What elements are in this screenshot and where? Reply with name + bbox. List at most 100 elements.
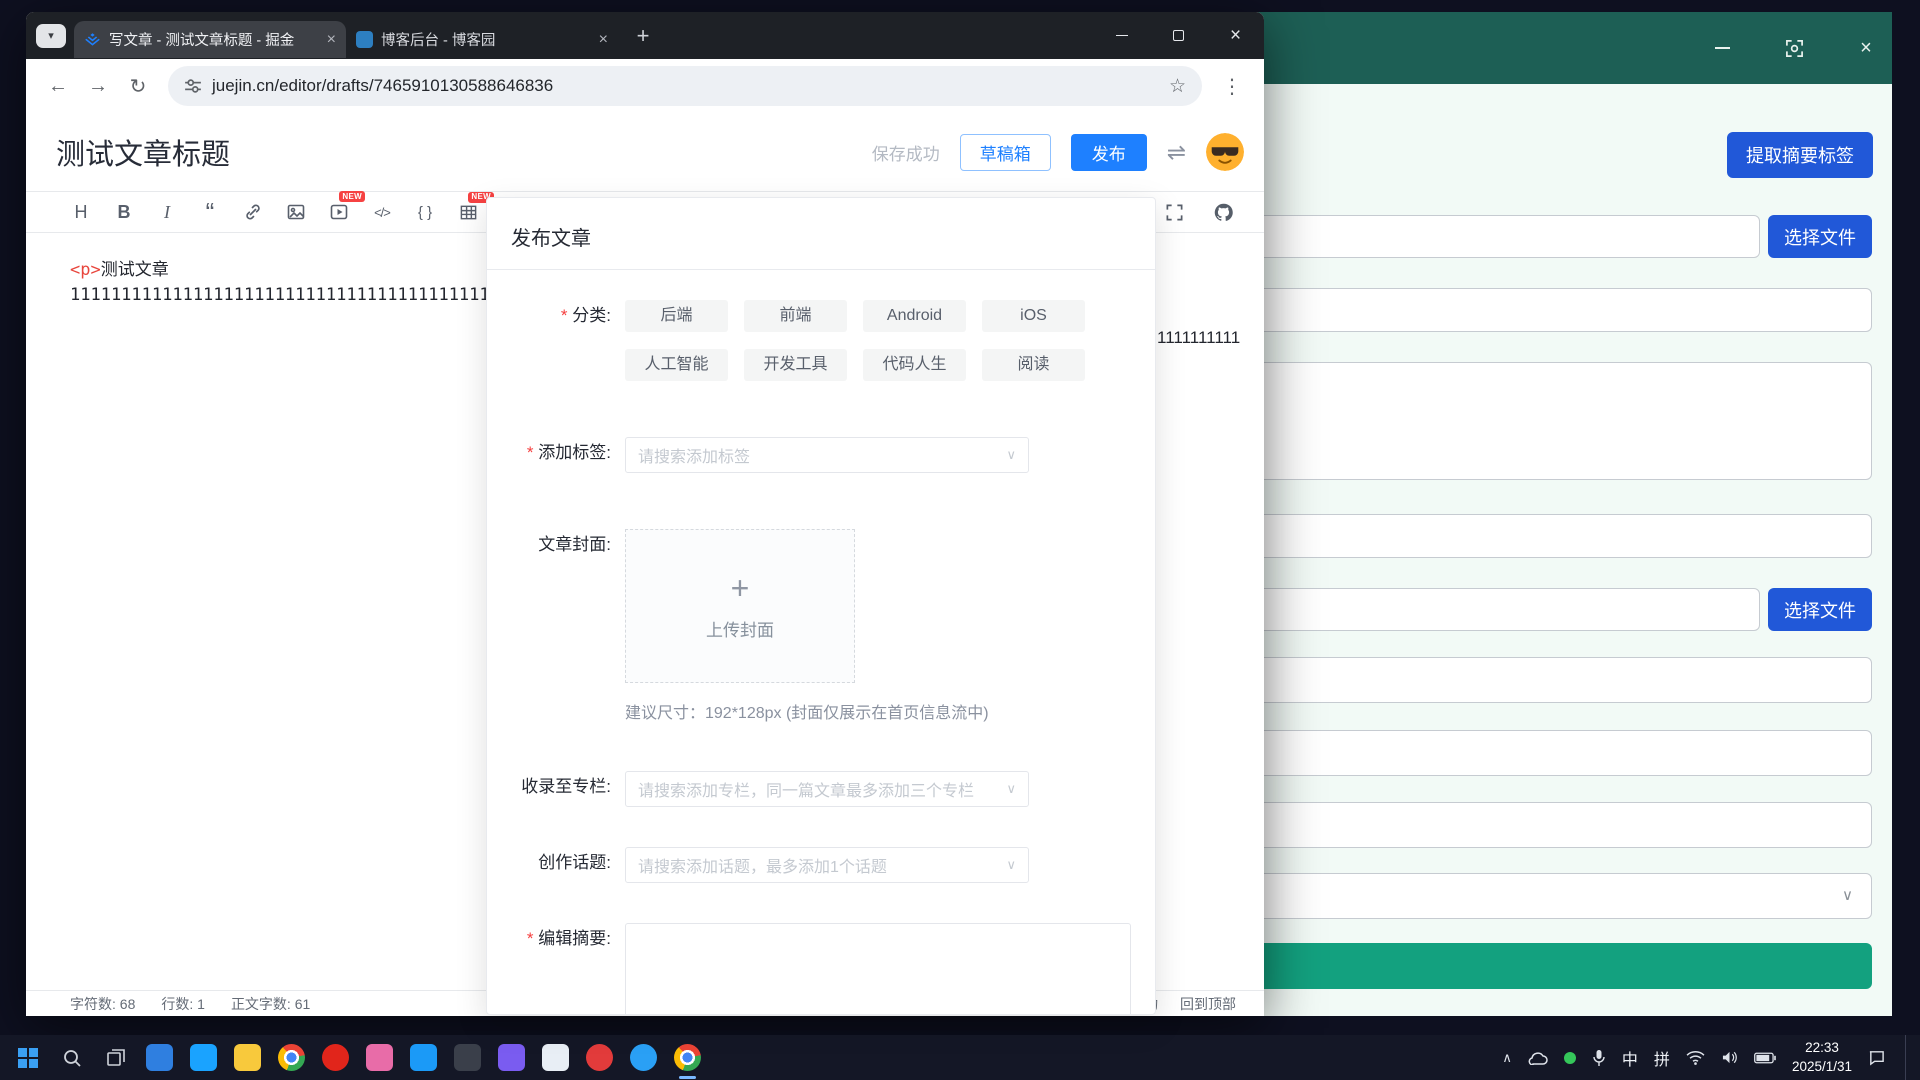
blockquote-icon[interactable]: “ — [199, 207, 221, 217]
minimize-icon — [1116, 35, 1128, 36]
chrome-active-icon[interactable] — [674, 1044, 701, 1071]
chevron-down-icon: ∨ — [1006, 781, 1016, 797]
category-chip[interactable]: Android — [863, 300, 966, 332]
bold-icon[interactable]: B — [113, 203, 135, 221]
cover-label: 文章封面: — [511, 529, 611, 723]
plus-icon: + — [731, 572, 750, 604]
ime-language-indicator[interactable]: 中 — [1622, 1046, 1638, 1070]
volume-icon[interactable] — [1721, 1050, 1738, 1065]
fullscreen-icon[interactable] — [1163, 203, 1185, 222]
dark-app-icon[interactable] — [454, 1044, 481, 1071]
category-label: 分类: — [511, 300, 611, 381]
tab-juejin-editor[interactable]: 写文章 - 测试文章标题 - 掘金 × — [74, 21, 346, 58]
choose-file-button-1[interactable]: 选择文件 — [1768, 215, 1872, 258]
tab-cnblogs-admin[interactable]: 博客后台 - 博客园 × — [346, 21, 618, 58]
bookmark-star-icon[interactable]: ☆ — [1169, 75, 1186, 98]
table-icon[interactable]: NEW — [457, 203, 479, 222]
taskbar-app-icons — [14, 1044, 701, 1071]
category-chip[interactable]: 后端 — [625, 300, 728, 332]
category-chip[interactable]: 代码人生 — [863, 349, 966, 381]
bg-close-button[interactable]: × — [1854, 36, 1878, 60]
topic-placeholder: 请搜索添加话题，最多添加1个话题 — [638, 853, 887, 877]
new-badge: NEW — [339, 191, 365, 202]
extract-summary-tags-button[interactable]: 提取摘要标签 — [1727, 132, 1873, 178]
notification-icon[interactable] — [1868, 1049, 1885, 1066]
microphone-icon[interactable] — [1592, 1049, 1606, 1067]
choose-file-button-2[interactable]: 选择文件 — [1768, 588, 1872, 631]
browser-menu-button[interactable]: ⋮ — [1214, 68, 1250, 104]
github-icon[interactable] — [1212, 202, 1234, 223]
url-text: juejin.cn/editor/drafts/7465910130588646… — [212, 76, 553, 96]
cloud-icon[interactable] — [1528, 1051, 1548, 1065]
maximize-button[interactable] — [1150, 12, 1207, 59]
heading-icon[interactable]: H — [70, 203, 92, 221]
tab-close-icon[interactable]: × — [599, 32, 608, 48]
tab-search-button[interactable]: ▾ — [36, 24, 66, 48]
line-count: 行数: 1 — [161, 994, 205, 1014]
back-button[interactable]: ← — [40, 68, 76, 104]
italic-icon[interactable]: I — [156, 203, 178, 221]
category-chip[interactable]: 前端 — [744, 300, 847, 332]
code-block-icon[interactable]: { } — [414, 205, 436, 220]
draft-box-button[interactable]: 草稿箱 — [960, 134, 1051, 171]
messaging-app-icon[interactable] — [190, 1044, 217, 1071]
music-app-icon[interactable] — [586, 1044, 613, 1071]
jd-app-icon[interactable] — [322, 1044, 349, 1071]
purple-app-icon[interactable] — [498, 1044, 525, 1071]
cover-upload-box[interactable]: + 上传封面 — [625, 529, 855, 683]
cloud-drive-app-icon[interactable] — [630, 1044, 657, 1071]
category-chip[interactable]: 阅读 — [982, 349, 1085, 381]
chrome-icon[interactable] — [278, 1044, 305, 1071]
category-chip[interactable]: 人工智能 — [625, 349, 728, 381]
task-view-icon[interactable] — [102, 1044, 129, 1071]
wifi-icon[interactable] — [1686, 1050, 1705, 1065]
avatar[interactable] — [1206, 133, 1244, 171]
new-tab-button[interactable]: + — [628, 21, 658, 51]
publish-button[interactable]: 发布 — [1071, 134, 1147, 171]
pink-app-icon[interactable] — [366, 1044, 393, 1071]
column-select[interactable]: 请搜索添加专栏，同一篇文章最多添加三个专栏 ∨ — [625, 771, 1029, 807]
category-chip[interactable]: iOS — [982, 300, 1085, 332]
bg-minimize-button[interactable] — [1710, 36, 1734, 60]
file-explorer-icon[interactable] — [234, 1044, 261, 1071]
reload-button[interactable]: ↻ — [120, 68, 156, 104]
topic-select[interactable]: 请搜索添加话题，最多添加1个话题 ∨ — [625, 847, 1029, 883]
image-icon[interactable] — [285, 202, 307, 222]
ime-mode-indicator[interactable]: 拼 — [1654, 1046, 1670, 1070]
cnblogs-favicon — [356, 31, 373, 48]
search-icon[interactable] — [58, 1044, 85, 1071]
green-status-icon[interactable] — [1564, 1052, 1576, 1064]
avatar-emoji-icon — [1206, 133, 1244, 171]
cover-size-hint: 建议尺寸：192*128px (封面仅展示在首页信息流中) — [625, 699, 989, 723]
tray-expand-icon[interactable]: ∧ — [1502, 1050, 1512, 1066]
taskbar-clock[interactable]: 22:33 2025/1/31 — [1792, 1039, 1852, 1077]
vscode-icon[interactable] — [410, 1044, 437, 1071]
site-controls-icon — [184, 77, 202, 95]
system-tray: ∧ 中 拼 22:33 — [1502, 1035, 1910, 1080]
back-to-top-button[interactable]: 回到顶部 — [1180, 994, 1236, 1014]
link-icon[interactable] — [242, 202, 264, 222]
code-icon[interactable]: </> — [371, 206, 393, 219]
category-chip[interactable]: 开发工具 — [744, 349, 847, 381]
video-icon[interactable]: NEW — [328, 202, 350, 222]
tab-close-icon[interactable]: × — [327, 32, 336, 48]
time-text: 22:33 — [1792, 1039, 1852, 1058]
minimize-button[interactable] — [1093, 12, 1150, 59]
start-button[interactable] — [14, 1044, 41, 1071]
show-desktop-button[interactable] — [1905, 1035, 1910, 1080]
sync-swap-icon[interactable]: ⇌ — [1167, 139, 1186, 166]
bg-capture-button[interactable] — [1782, 36, 1806, 60]
forward-button[interactable]: → — [80, 68, 116, 104]
battery-icon[interactable] — [1754, 1052, 1776, 1064]
chrome-window: ▾ 写文章 - 测试文章标题 - 掘金 × 博客后台 - 博客园 × + × — [26, 12, 1264, 1016]
calculator-app-icon[interactable] — [542, 1044, 569, 1071]
minimize-icon — [1715, 47, 1730, 49]
tag-select[interactable]: 请搜索添加标签 ∨ — [625, 437, 1029, 473]
mail-app-icon[interactable] — [146, 1044, 173, 1071]
address-bar[interactable]: juejin.cn/editor/drafts/7465910130588646… — [168, 66, 1202, 106]
article-title-input[interactable]: 测试文章标题 — [56, 131, 230, 173]
summary-textarea[interactable] — [625, 923, 1131, 1015]
taskbar: ∧ 中 拼 22:33 — [0, 1035, 1920, 1080]
close-button[interactable]: × — [1207, 12, 1264, 59]
browser-toolbar: ← → ↻ juejin.cn/editor/drafts/7465910130… — [26, 59, 1264, 113]
